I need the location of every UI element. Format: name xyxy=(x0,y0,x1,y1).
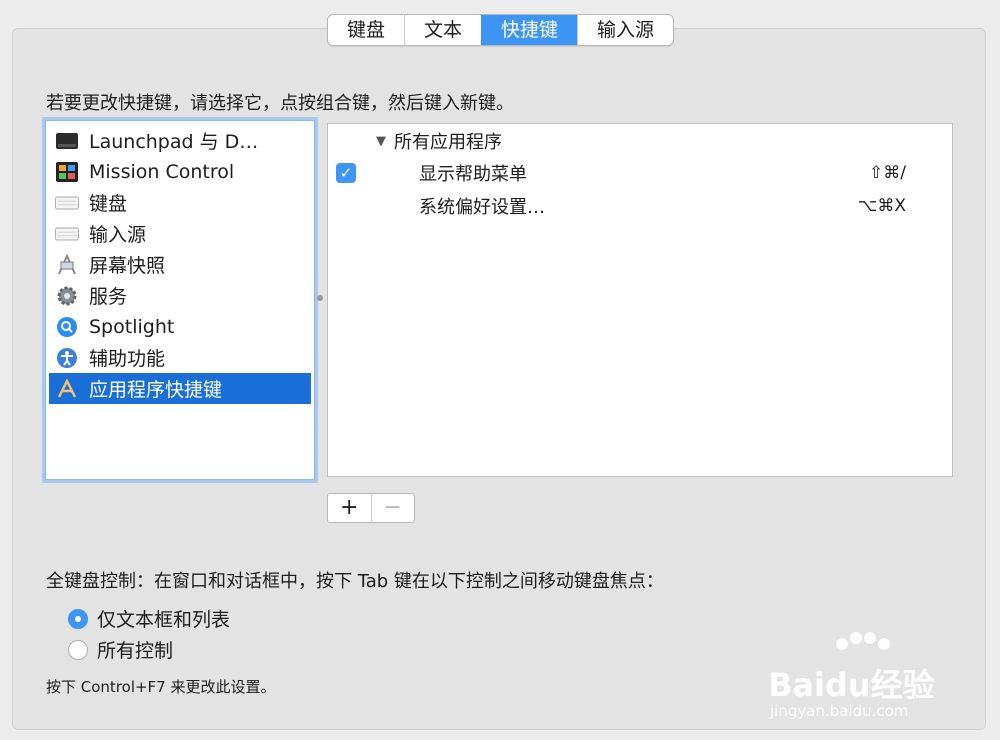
disclosure-triangle-icon[interactable]: ▼ xyxy=(376,134,386,149)
shortcut-row[interactable]: ✓ 显示帮助菜单 ⇧⌘/ xyxy=(328,158,952,188)
shortcut-group-row[interactable]: ▼ 所有应用程序 xyxy=(328,126,952,156)
spotlight-icon xyxy=(55,315,79,339)
remove-button[interactable]: − xyxy=(370,494,415,522)
launchpad-icon xyxy=(55,129,79,153)
gear-icon xyxy=(55,284,79,308)
shortcut-key[interactable]: ⌥⌘X xyxy=(858,196,906,216)
accessibility-icon xyxy=(55,346,79,370)
category-label: 辅助功能 xyxy=(89,348,166,370)
watermark-text: Baidu经验 xyxy=(768,666,935,704)
radio-button[interactable] xyxy=(68,608,88,629)
radio-all-controls[interactable]: 所有控制 xyxy=(68,636,173,663)
category-launchpad[interactable]: Launchpad 与 D… xyxy=(49,125,311,156)
shortcut-label: 显示帮助菜单 xyxy=(419,164,527,185)
category-label: 键盘 xyxy=(89,193,128,215)
category-accessibility[interactable]: 辅助功能 xyxy=(49,342,311,373)
tab-text[interactable]: 文本 xyxy=(404,15,481,45)
tab-keyboard[interactable]: 键盘 xyxy=(328,15,404,45)
category-list[interactable]: Launchpad 与 D… Mission Control 键盘 输入源 屏幕… xyxy=(45,120,315,480)
instruction-text: 若要更改快捷键，请选择它，点按组合键，然后键入新键。 xyxy=(46,93,514,114)
radio-text-boxes-lists[interactable]: 仅文本框和列表 xyxy=(68,605,230,632)
radio-label: 仅文本框和列表 xyxy=(97,609,231,631)
keyboard-control-title: 全键盘控制：在窗口和对话框中，按下 Tab 键在以下控制之间移动键盘焦点： xyxy=(46,571,664,592)
radio-label: 所有控制 xyxy=(97,640,174,662)
tab-shortcuts[interactable]: 快捷键 xyxy=(481,15,578,45)
split-handle[interactable] xyxy=(317,295,323,301)
category-screenshots[interactable]: 屏幕快照 xyxy=(49,249,311,280)
category-label: Mission Control xyxy=(89,160,235,183)
input-source-icon xyxy=(55,222,79,246)
category-spotlight[interactable]: Spotlight xyxy=(49,311,311,342)
add-remove-buttons: + − xyxy=(327,493,415,523)
screenshot-icon xyxy=(55,253,79,277)
category-app-shortcuts[interactable]: 应用程序快捷键 xyxy=(49,373,311,404)
baidu-watermark: Baidu经验 jingyan.baidu.com xyxy=(768,632,948,722)
shortcut-list[interactable]: ▼ 所有应用程序 ✓ 显示帮助菜单 ⇧⌘/ 系统偏好设置… ⌥⌘X xyxy=(327,123,953,477)
category-label: 屏幕快照 xyxy=(89,255,166,277)
category-label: Spotlight xyxy=(89,315,175,338)
category-label: 输入源 xyxy=(89,224,147,246)
watermark-url: jingyan.baidu.com xyxy=(770,702,909,720)
shortcut-key[interactable]: ⇧⌘/ xyxy=(869,163,906,183)
category-input-sources[interactable]: 输入源 xyxy=(49,218,311,249)
shortcut-group-label: 所有应用程序 xyxy=(394,132,502,153)
tab-bar: 键盘 文本 快捷键 输入源 xyxy=(327,14,675,46)
shortcut-row[interactable]: 系统偏好设置… ⌥⌘X xyxy=(328,191,952,221)
app-store-icon xyxy=(55,377,79,401)
category-label: Launchpad 与 D… xyxy=(89,131,259,153)
category-keyboard[interactable]: 键盘 xyxy=(49,187,311,218)
shortcut-checkbox[interactable]: ✓ xyxy=(336,163,356,183)
category-label: 应用程序快捷键 xyxy=(89,379,223,401)
radio-button[interactable] xyxy=(68,639,88,660)
footnote-text: 按下 Control+F7 来更改此设置。 xyxy=(46,678,276,696)
category-label: 服务 xyxy=(89,286,128,308)
add-button[interactable]: + xyxy=(328,494,371,522)
shortcut-label: 系统偏好设置… xyxy=(419,197,545,218)
tab-input-sources[interactable]: 输入源 xyxy=(577,15,673,45)
category-services[interactable]: 服务 xyxy=(49,280,311,311)
category-mission-control[interactable]: Mission Control xyxy=(49,156,311,187)
keyboard-icon xyxy=(55,191,79,215)
mission-control-icon xyxy=(55,160,79,184)
